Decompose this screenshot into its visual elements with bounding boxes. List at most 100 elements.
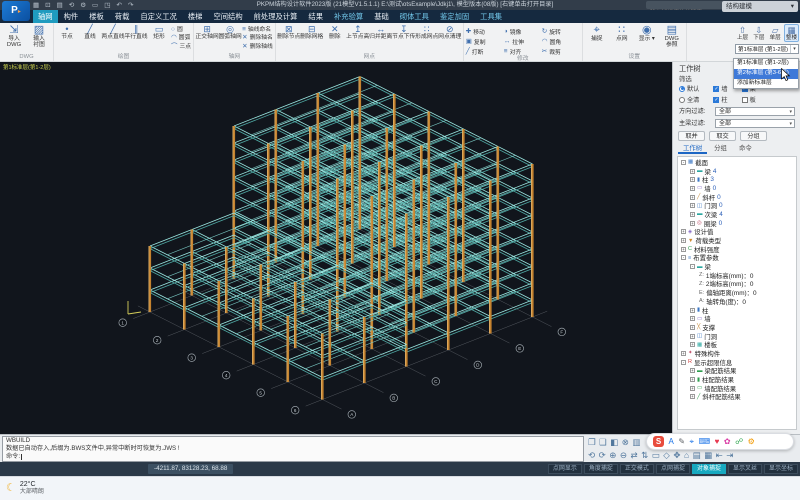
ribbon-tab-4[interactable]: 自定义工况 <box>135 10 181 23</box>
view-tool-icon[interactable]: ⊕ <box>609 450 616 460</box>
tree-item-25[interactable]: +▮柱配筋结果 <box>678 375 796 384</box>
sogou-tool-icon-7[interactable]: ⚙ <box>748 437 755 447</box>
ribbon-tab-13[interactable]: 工具集 <box>475 10 507 23</box>
tree-expander-icon[interactable]: + <box>690 195 695 200</box>
ribbon-grid-item-4-4[interactable]: ↔拉伸 <box>504 36 542 46</box>
tree-expander-icon[interactable]: + <box>690 177 695 182</box>
girder-filter-combo[interactable]: 全部 <box>715 119 795 128</box>
tree-expander-icon[interactable]: + <box>690 212 695 217</box>
tree-item-9[interactable]: +▼荷载类型 <box>678 236 796 245</box>
panel-tab-2[interactable]: 命令 <box>734 144 757 154</box>
tree-expander-icon[interactable]: - <box>690 264 695 269</box>
tree-item-14[interactable]: Z:2端标高(mm)：0 <box>678 280 796 289</box>
panel-tab-1[interactable]: 分组 <box>709 144 732 154</box>
checkbox-icon[interactable]: ✓ <box>713 97 719 103</box>
tree-item-8[interactable]: +◈设计值 <box>678 228 796 237</box>
tree-expander-icon[interactable]: + <box>681 238 686 243</box>
panel-button-2[interactable]: 分组 <box>740 131 767 141</box>
tree-item-7[interactable]: +◎圈梁0 <box>678 219 796 228</box>
view-tool-icon[interactable]: ⇄ <box>631 450 638 460</box>
tree-expander-icon[interactable]: + <box>681 351 686 356</box>
tree-item-24[interactable]: +▬梁配筋结果 <box>678 367 796 376</box>
view-tool-icon[interactable]: ▤ <box>693 450 701 460</box>
panel-tab-0[interactable]: 工作树 <box>678 144 707 154</box>
ribbon-button-1-s3[interactable]: ∥平行直线 <box>125 24 147 40</box>
status-toggle-4[interactable]: 对象捕捉 <box>692 464 726 474</box>
ribbon-button-5-1[interactable]: ∷点网 <box>610 24 634 42</box>
filter-radio[interactable]: 默认 <box>679 84 699 93</box>
ribbon-stack-item-2-0[interactable]: ≡轴线命名 <box>242 26 273 34</box>
tree-item-17[interactable]: +▮柱 <box>678 306 796 315</box>
tree-expander-icon[interactable]: - <box>681 255 686 260</box>
ribbon-tab-0[interactable]: 轴网 <box>33 10 58 23</box>
status-toggle-0[interactable]: 点网显示 <box>548 464 582 474</box>
checkbox-icon[interactable]: ✓ <box>713 86 719 92</box>
quick-icon-6[interactable]: ◳ <box>104 1 110 9</box>
status-toggle-2[interactable]: 正交模式 <box>620 464 654 474</box>
ribbon-button-3-s0[interactable]: ⊠删除节点 <box>278 24 300 40</box>
tree-item-27[interactable]: +╱斜杆配筋结果 <box>678 393 796 402</box>
tree-expander-icon[interactable]: + <box>690 308 695 313</box>
ribbon-tab-10[interactable]: 基础 <box>369 10 394 23</box>
tree-expander-icon[interactable]: + <box>690 203 695 208</box>
view-tool-icon[interactable]: ⟲ <box>588 450 595 460</box>
filter-radio[interactable]: 全清 <box>679 95 699 104</box>
panel-button-1[interactable]: 取交 <box>709 131 736 141</box>
ribbon-grid-item-4-2[interactable]: ↻旋转 <box>542 26 580 36</box>
tree-item-16[interactable]: A:轴转角(度)：0 <box>678 297 796 306</box>
quick-icon-3[interactable]: ⟲ <box>69 1 74 9</box>
status-toggle-6[interactable]: 显示坐标 <box>764 464 798 474</box>
ribbon-button-3-s2[interactable]: ✕删除 <box>324 24 346 40</box>
ribbon-tab-6[interactable]: 空间结构 <box>208 10 247 23</box>
ribbon-stack-item-1-1[interactable]: ◠圆弧 <box>171 34 191 42</box>
filter-check-1[interactable]: 板 <box>742 95 756 104</box>
tree-expander-icon[interactable]: + <box>681 247 686 252</box>
ribbon-stack-item-2-2[interactable]: ✕删除轴线 <box>242 43 273 51</box>
quick-icon-4[interactable]: ⚙ <box>80 1 86 9</box>
ribbon-button-3-s4[interactable]: ↔归并距离 <box>370 24 392 40</box>
ribbon-button-0-0[interactable]: ⇲导入 DWG <box>2 24 26 48</box>
view-tool-icon[interactable]: ✥ <box>673 450 680 460</box>
sogou-tool-icon-2[interactable]: ⌖ <box>690 437 695 447</box>
tree-item-11[interactable]: -≡布置参数 <box>678 254 796 263</box>
radio-icon[interactable] <box>679 86 685 92</box>
layer-button-0[interactable]: ⇧上层 <box>735 24 750 42</box>
tree-item-26[interactable]: +▭墙配筋结果 <box>678 384 796 393</box>
ribbon-tab-1[interactable]: 构件 <box>59 10 84 23</box>
quick-icon-8[interactable]: ↷ <box>128 1 133 9</box>
view-tool-icon[interactable]: ▦ <box>704 450 712 460</box>
tree-item-5[interactable]: +◫门洞0 <box>678 201 796 210</box>
view-tool-icon[interactable]: ❐ <box>588 437 596 447</box>
weather-widget[interactable]: ☾ 22°C 大部晴朗 <box>6 479 44 497</box>
tree-expander-icon[interactable]: + <box>690 377 695 382</box>
quick-icon-2[interactable]: ▤ <box>57 1 63 9</box>
view-tool-icon[interactable]: ⟳ <box>599 450 606 460</box>
ribbon-button-1-s0[interactable]: •节点 <box>56 24 78 40</box>
ribbon-tab-3[interactable]: 荷载 <box>110 10 135 23</box>
tree-item-12[interactable]: -▬梁 <box>678 262 796 271</box>
model-viewport[interactable]: 123456ABCDEF <box>0 62 672 434</box>
ribbon-tab-11[interactable]: 砌体工具 <box>395 10 434 23</box>
status-toggle-5[interactable]: 显示叉丝 <box>728 464 762 474</box>
ribbon-button-1-s4[interactable]: ▭矩形 <box>148 24 170 40</box>
view-tool-icon[interactable]: ⇅ <box>641 450 648 460</box>
sogou-tool-icon-0[interactable]: A <box>669 437 674 447</box>
tree-item-2[interactable]: +▮柱3 <box>678 175 796 184</box>
panel-button-0[interactable]: 取并 <box>678 131 705 141</box>
quick-icon-5[interactable]: ▭ <box>92 1 98 9</box>
ribbon-grid-item-4-8[interactable]: ✂裁剪 <box>542 46 580 56</box>
floor-selector-combo[interactable]: 第1标准层 (第1-2层) ▾ <box>735 44 799 54</box>
layer-button-1[interactable]: ⇩下层 <box>751 24 766 42</box>
ribbon-grid-item-4-6[interactable]: ╱打断 <box>466 46 504 56</box>
quick-icon-0[interactable]: ▦ <box>33 1 39 9</box>
tree-expander-icon[interactable]: + <box>690 221 695 226</box>
ribbon-grid-item-4-3[interactable]: ▣复制 <box>466 36 504 46</box>
tree-item-3[interactable]: +▭墙0 <box>678 184 796 193</box>
ribbon-tab-12[interactable]: 鉴定加固 <box>435 10 474 23</box>
ribbon-button-2-s1[interactable]: ◎圆弧轴网 <box>219 24 241 40</box>
sogou-tool-icon-5[interactable]: ✿ <box>724 437 731 447</box>
ribbon-button-2-s0[interactable]: ⊞正交轴网 <box>196 24 218 40</box>
layer-button-3[interactable]: ▦整楼 <box>784 24 799 42</box>
tree-expander-icon[interactable]: + <box>690 368 695 373</box>
view-tool-icon[interactable]: ▥ <box>632 437 640 447</box>
